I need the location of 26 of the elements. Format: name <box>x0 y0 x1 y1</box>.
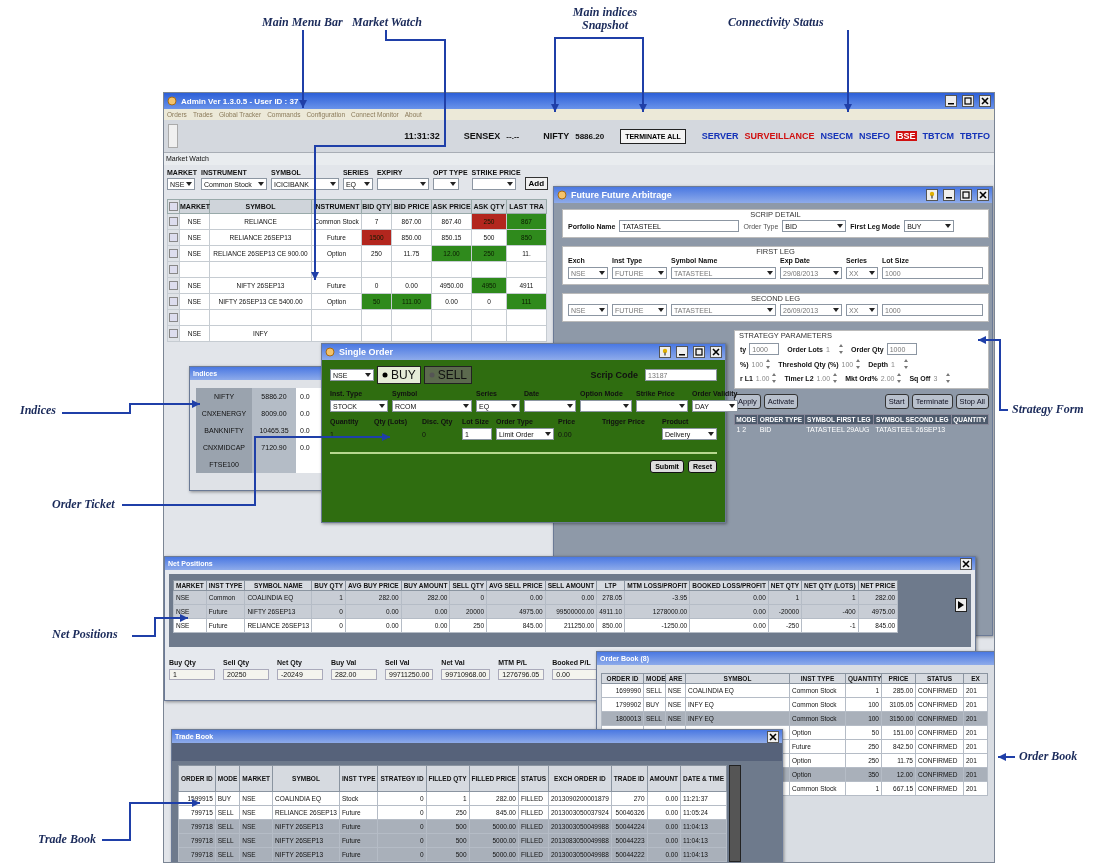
callout-label: Indices <box>20 404 56 418</box>
clock: 11:31:32 <box>404 131 440 141</box>
callout-label: Main indices Snapshot <box>571 6 639 33</box>
index-value: 5886.20 <box>575 131 605 141</box>
connection-status: NSECM <box>820 131 853 141</box>
connection-status: NSEFO <box>858 131 890 141</box>
callout-label: Order Ticket <box>52 498 115 512</box>
callout-label: Connectivity Status <box>728 16 824 30</box>
callout-label: Order Book <box>1019 750 1078 764</box>
connection-status: SERVER <box>701 131 739 141</box>
callout-label: Net Positions <box>52 628 118 642</box>
index-name: SENSEX <box>463 131 501 141</box>
window-title: Admin Ver 1.3.0.5 - User ID : 37 <box>181 96 299 106</box>
window-title: Future Future Arbitrage <box>571 190 672 200</box>
window-title: Single Order <box>339 347 393 357</box>
field-label: Scrip Code <box>590 370 638 380</box>
connection-status: BSE <box>896 131 917 141</box>
connection-status: SURVEILLANCE <box>744 131 815 141</box>
callout-label: Market Watch <box>352 16 422 30</box>
connection-status: TBTFO <box>960 131 990 141</box>
index-name: NIFTY <box>543 131 570 141</box>
callout-label: Trade Book <box>38 833 96 847</box>
connection-status: TBTCM <box>922 131 954 141</box>
callout-label: Main Menu Bar <box>262 16 343 30</box>
index-value: --.-- <box>506 131 520 141</box>
callout-label: Strategy Form <box>1012 403 1084 417</box>
